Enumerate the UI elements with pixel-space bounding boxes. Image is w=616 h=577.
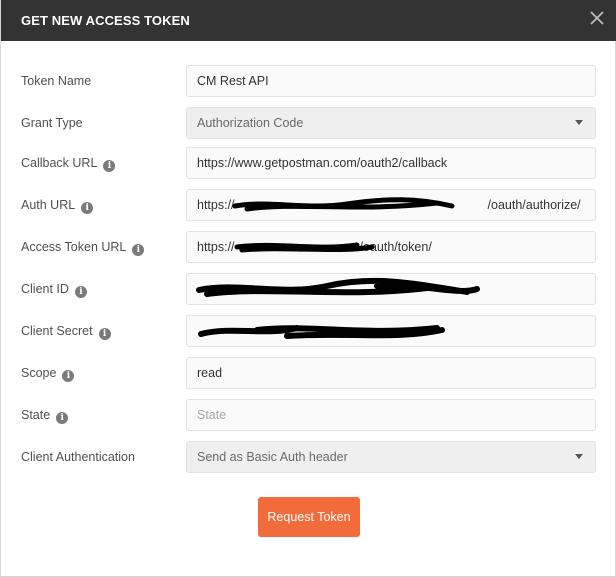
auth-url-input[interactable]: https:// /oauth/authorize/ bbox=[186, 189, 596, 221]
client-authentication-value: Send as Basic Auth header bbox=[197, 450, 348, 464]
row-callback-url: Callback URL i https://www.getpostman.com… bbox=[1, 147, 616, 179]
access-token-url-label: Access Token URL i bbox=[21, 231, 145, 263]
info-icon: i bbox=[56, 412, 69, 424]
redaction-scribble bbox=[198, 325, 445, 339]
row-state: State i State bbox=[1, 399, 616, 431]
grant-type-value: Authorization Code bbox=[197, 116, 304, 130]
state-input[interactable]: State bbox=[186, 399, 596, 431]
info-icon: i bbox=[132, 244, 145, 256]
info-icon: i bbox=[74, 286, 87, 298]
row-token-name: Token Name CM Rest API bbox=[1, 65, 616, 97]
auth-url-prefix: https:// bbox=[197, 198, 235, 212]
row-client-id: Client ID i bbox=[1, 273, 616, 305]
state-label: State i bbox=[21, 399, 69, 431]
access-token-url-prefix: https:// bbox=[197, 240, 235, 254]
client-id-input[interactable] bbox=[186, 273, 596, 305]
chevron-down-icon bbox=[575, 454, 583, 459]
access-token-url-input[interactable]: https:// /oauth/token/ bbox=[186, 231, 596, 263]
dialog-title: GET NEW ACCESS TOKEN bbox=[21, 13, 190, 28]
row-grant-type: Grant Type Authorization Code bbox=[1, 107, 616, 139]
get-new-access-token-dialog: GET NEW ACCESS TOKEN Token Name CM Rest … bbox=[0, 0, 616, 577]
grant-type-select[interactable]: Authorization Code bbox=[186, 107, 596, 139]
info-icon: i bbox=[62, 370, 75, 382]
info-icon: i bbox=[98, 328, 111, 340]
token-name-label: Token Name bbox=[21, 74, 92, 88]
redaction-scribble bbox=[196, 277, 480, 297]
client-id-label: Client ID i bbox=[21, 273, 87, 305]
request-token-button[interactable]: Request Token bbox=[258, 497, 360, 537]
auth-url-label: Auth URL i bbox=[21, 189, 94, 221]
client-authentication-label: Client Authentication bbox=[21, 450, 135, 464]
dialog-header: GET NEW ACCESS TOKEN bbox=[1, 0, 616, 41]
client-secret-input[interactable] bbox=[186, 315, 596, 347]
close-icon[interactable] bbox=[589, 10, 605, 26]
access-token-url-suffix: /oauth/token/ bbox=[359, 240, 432, 254]
row-auth-url: Auth URL i https:// /oauth/authorize/ bbox=[1, 189, 616, 221]
callback-url-input[interactable]: https://www.getpostman.com/oauth2/callba… bbox=[186, 147, 596, 179]
row-client-secret: Client Secret i bbox=[1, 315, 616, 347]
info-icon: i bbox=[81, 202, 94, 214]
scope-label: Scope i bbox=[21, 357, 75, 389]
row-access-token-url: Access Token URL i https:// /oauth/token/ bbox=[1, 231, 616, 263]
token-name-input[interactable]: CM Rest API bbox=[186, 65, 596, 97]
info-icon: i bbox=[103, 160, 116, 172]
auth-url-suffix: /oauth/authorize/ bbox=[487, 198, 581, 212]
client-secret-label: Client Secret i bbox=[21, 315, 111, 347]
chevron-down-icon bbox=[575, 120, 583, 125]
row-client-authentication: Client Authentication Send as Basic Auth… bbox=[1, 441, 616, 473]
scope-input[interactable]: read bbox=[186, 357, 596, 389]
callback-url-label: Callback URL i bbox=[21, 147, 116, 179]
row-scope: Scope i read bbox=[1, 357, 616, 389]
grant-type-label: Grant Type bbox=[21, 116, 83, 130]
client-authentication-select[interactable]: Send as Basic Auth header bbox=[186, 441, 596, 473]
